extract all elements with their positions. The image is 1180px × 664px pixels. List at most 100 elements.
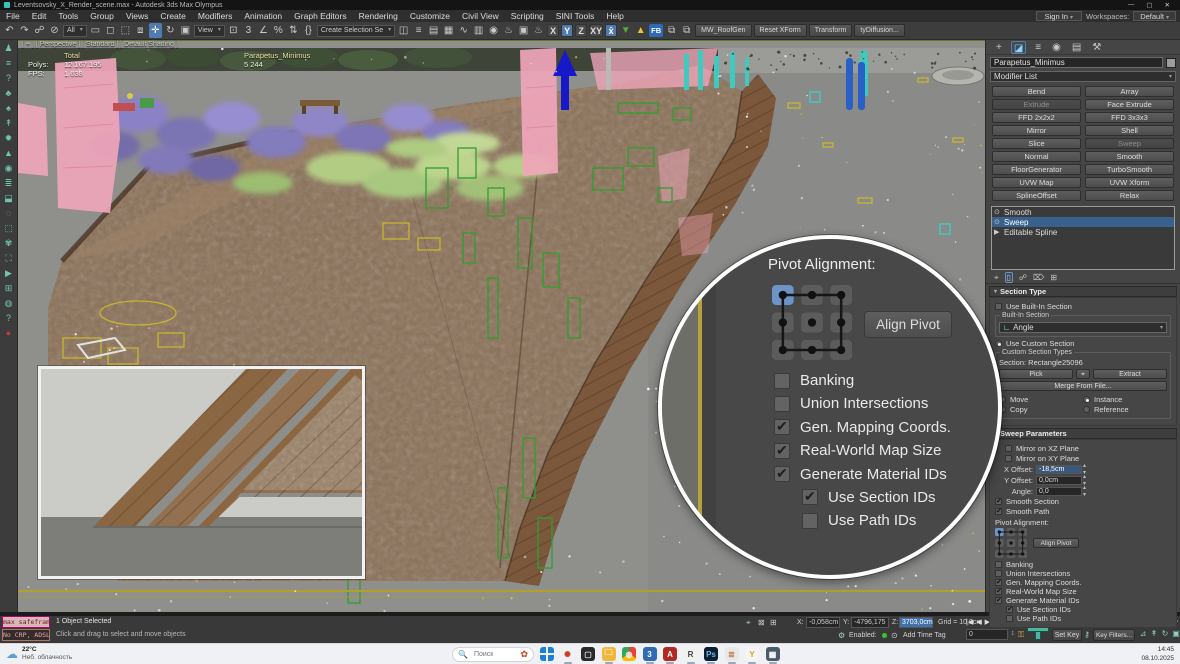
toolbar-icon[interactable]: ☍ xyxy=(33,23,46,38)
checkbox[interactable] xyxy=(1006,606,1013,613)
clock-icon[interactable]: ⊙ xyxy=(891,631,898,640)
taskbar-app-icon[interactable]: Y xyxy=(745,647,759,661)
left-toolbar-icon[interactable]: ⛶ xyxy=(2,253,16,264)
toolbar-icon[interactable]: ▭ xyxy=(89,23,102,38)
smooth-path-checkbox[interactable] xyxy=(995,508,1002,515)
crp-indicator[interactable]: No CRP, ADSL xyxy=(2,629,50,641)
left-toolbar-icon[interactable]: ≣ xyxy=(2,178,16,189)
checkbox[interactable] xyxy=(802,489,818,505)
taskbar-app-icon[interactable]: 🗀 xyxy=(602,647,616,661)
toolbar-icon[interactable]: 3 xyxy=(242,23,255,38)
modifier-button[interactable]: SplineOffset xyxy=(992,190,1081,201)
left-toolbar-icon[interactable]: ✾ xyxy=(2,238,16,249)
checkbox[interactable] xyxy=(774,373,790,389)
merge-from-file-button[interactable]: Merge From File... xyxy=(999,381,1167,391)
toolbar-text-button[interactable]: Transform xyxy=(809,24,853,37)
extract-button[interactable]: Extract xyxy=(1093,369,1167,379)
toolbar-text-button[interactable]: Reset XForm xyxy=(754,24,807,37)
minimize-button[interactable]: — xyxy=(1128,1,1135,9)
menu-item[interactable]: Civil View xyxy=(456,11,505,21)
weather-widget[interactable]: ☁ 22°CНеб. облачность xyxy=(6,646,72,662)
left-toolbar-icon[interactable]: ▲ xyxy=(2,148,16,159)
taskbar-app-icon[interactable] xyxy=(540,647,554,661)
search-input[interactable] xyxy=(472,650,516,659)
toolbar-icon[interactable]: ∿ xyxy=(457,23,470,38)
smooth-section-checkbox[interactable] xyxy=(995,498,1002,505)
rollout-section-type[interactable]: ▾Section Type xyxy=(989,286,1177,297)
pick-button[interactable]: Pick xyxy=(999,369,1073,379)
left-toolbar-icon[interactable]: ? xyxy=(2,73,16,84)
x-coordinate-field[interactable]: -0,058cm xyxy=(806,617,840,628)
workspaces-dropdown[interactable]: Default▾ xyxy=(1133,11,1176,21)
built-in-section-dropdown[interactable]: ∟ Angle▾ xyxy=(999,322,1167,333)
key-mode-icon[interactable]: ⚿ xyxy=(1018,630,1024,640)
viewport-nav-icon[interactable]: ▣ xyxy=(1171,628,1180,639)
left-toolbar-icon[interactable]: ≡ xyxy=(2,58,16,69)
checkbox[interactable] xyxy=(802,513,818,529)
toolbar-icon[interactable]: ▦ xyxy=(442,23,455,38)
left-toolbar-icon[interactable]: ◌ xyxy=(2,208,16,219)
modifier-button[interactable]: UVW Xform xyxy=(1085,177,1174,188)
toolbar-icon[interactable]: ◉ xyxy=(487,23,500,38)
named-selection-dropdown[interactable]: Create Selection Se▾ xyxy=(317,25,395,37)
modifier-button[interactable]: Shell xyxy=(1085,125,1174,136)
toolbar-icon[interactable]: ♨ xyxy=(532,23,545,38)
toolbar-icon[interactable]: ⬚ xyxy=(119,23,132,38)
time-config-icon[interactable]: ⚙ xyxy=(838,631,845,640)
toolbar-icon[interactable]: ⧉ xyxy=(680,23,693,38)
set-key-button[interactable]: Set Key xyxy=(1052,629,1082,641)
toolbar-icon[interactable]: ▤ xyxy=(427,23,440,38)
toolbar-icon[interactable]: % xyxy=(272,23,285,38)
safe-frame-indicator[interactable]: max safefram xyxy=(2,616,50,628)
taskbar-app-icon[interactable]: 3 xyxy=(643,647,657,661)
toolbar-text-button[interactable]: tyDiffusion... xyxy=(854,24,904,37)
visibility-icon[interactable]: ▶ xyxy=(994,228,1004,236)
command-panel-tab[interactable]: ◪ xyxy=(1011,41,1026,54)
toolbar-text-button[interactable]: MW_RoofGen xyxy=(695,24,751,37)
reference-radio[interactable] xyxy=(1083,406,1090,413)
checkbox[interactable] xyxy=(774,443,790,459)
pick-icon-button[interactable]: ⌖ xyxy=(1076,369,1090,379)
z-coordinate-field[interactable]: 3703,0cm xyxy=(899,617,933,628)
taskbar-app-icon[interactable]: ✺ xyxy=(561,647,575,661)
toolbar-icon[interactable]: ↻ xyxy=(164,23,177,38)
toolbar-icon[interactable]: ♨ xyxy=(502,23,515,38)
modifier-button[interactable]: Slice xyxy=(992,138,1081,149)
checkbox[interactable] xyxy=(774,419,790,435)
toolbar-icon[interactable]: ◫ xyxy=(397,23,410,38)
menu-item[interactable]: Tools xyxy=(52,11,84,21)
modifier-button[interactable]: Normal xyxy=(992,151,1081,162)
axis-constraint-button[interactable]: x̂ xyxy=(605,24,617,37)
add-time-tag[interactable]: Add Time Tag xyxy=(903,632,946,639)
taskbar-app-icon[interactable]: ≣ xyxy=(725,647,739,661)
modifier-button[interactable]: Sweep xyxy=(1085,138,1174,149)
checkbox[interactable] xyxy=(1006,615,1013,622)
stack-tool-icon[interactable]: ▯ xyxy=(1005,272,1013,283)
command-panel-tab[interactable]: ◉ xyxy=(1050,41,1063,54)
toolbar-icon[interactable]: ∠ xyxy=(257,23,270,38)
taskbar-search[interactable]: 🔍 ✿ xyxy=(452,647,534,662)
toolbar-icon[interactable]: ↶ xyxy=(3,23,16,38)
checkbox[interactable] xyxy=(774,466,790,482)
use-built-in-checkbox[interactable] xyxy=(995,303,1002,310)
key-filters-button[interactable]: Key Filters... xyxy=(1093,629,1135,641)
modifier-button[interactable]: Face Extrude xyxy=(1085,99,1174,110)
menu-item[interactable]: Modifiers xyxy=(192,11,238,21)
toolbar-icon[interactable]: ⊘ xyxy=(48,23,61,38)
angle-field[interactable]: 0,0 xyxy=(1036,487,1082,496)
close-button[interactable]: ✕ xyxy=(1165,1,1170,9)
modifier-button[interactable]: FFD 2x2x2 xyxy=(992,112,1081,123)
y-offset-field[interactable]: 0,0cm xyxy=(1036,476,1082,485)
playback-icon[interactable]: ◀ xyxy=(976,618,981,626)
left-toolbar-icon[interactable]: ♣ xyxy=(2,88,16,99)
viewport-nav-icon[interactable]: ↻ xyxy=(1160,628,1170,639)
left-toolbar-icon[interactable]: ◍ xyxy=(2,298,16,309)
stack-tool-icon[interactable]: ⌖ xyxy=(994,273,999,283)
instance-radio[interactable] xyxy=(1083,396,1090,403)
toolbar-icon[interactable]: ⧉ xyxy=(665,23,678,38)
left-toolbar-icon[interactable]: ⊞ xyxy=(2,283,16,294)
modifier-button[interactable]: Relax xyxy=(1085,190,1174,201)
menu-item[interactable]: File xyxy=(0,11,26,21)
axis-constraint-button[interactable]: XY xyxy=(589,24,603,37)
axis-constraint-button[interactable]: X xyxy=(547,24,559,37)
